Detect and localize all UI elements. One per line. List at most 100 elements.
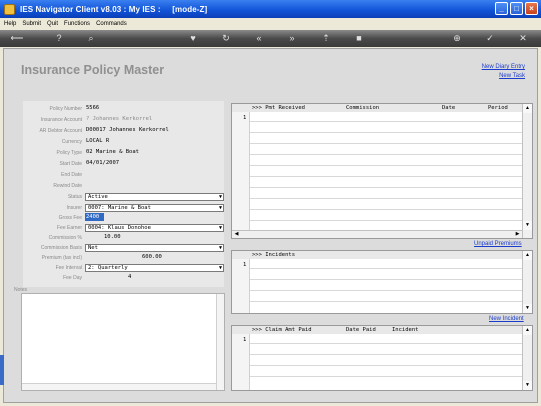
chevron-down-icon: ▼ <box>218 265 222 271</box>
notes-textarea[interactable] <box>21 293 225 391</box>
table-row[interactable] <box>250 189 522 199</box>
fee-day-value[interactable]: 4 <box>128 274 131 280</box>
scroll-right-icon[interactable]: ▶ <box>513 231 522 238</box>
notes-horizontal-scrollbar[interactable] <box>22 383 216 390</box>
table-row[interactable] <box>250 334 522 344</box>
add-icon[interactable]: ⊕ <box>450 32 464 45</box>
menu-quit[interactable]: Quit <box>47 21 58 27</box>
scroll-left-icon[interactable]: ◀ <box>232 231 241 238</box>
col-incident[interactable]: Incident <box>392 327 419 333</box>
menu-bar: Help Submit Quit Functions Commands <box>0 18 541 30</box>
currency-label: Currency <box>61 139 82 145</box>
fee-earner-select[interactable]: 0004: Klaus Donohoe ▼ <box>85 224 224 232</box>
scroll-down-icon[interactable]: ▼ <box>523 221 532 230</box>
close-window-button[interactable]: × <box>525 2 538 15</box>
new-task-link[interactable]: New Task <box>499 73 525 79</box>
new-diary-entry-link[interactable]: New Diary Entry <box>482 64 525 70</box>
policy-number-value: 5566 <box>86 105 100 111</box>
table-row[interactable] <box>250 270 522 280</box>
back-icon[interactable]: ⟵ <box>6 32 28 45</box>
table-row[interactable] <box>250 145 522 155</box>
chevron-down-icon: ▼ <box>218 205 222 211</box>
grid-header: >>> Claim Amt Paid Date Paid Incident <box>232 326 522 334</box>
insurer-value: 0007: Marine & Boat <box>88 205 151 211</box>
first-icon[interactable]: « <box>252 32 266 45</box>
status-label: Status <box>67 194 82 200</box>
premium-value[interactable]: 600.00 <box>142 254 162 260</box>
scroll-up-icon[interactable]: ▲ <box>523 326 532 335</box>
vertical-scrollbar[interactable]: ▲ ▼ <box>522 251 532 313</box>
fee-day-label: Fee Day <box>63 275 82 281</box>
heart-icon[interactable]: ♥ <box>186 32 200 45</box>
row-number: 1 <box>243 337 247 343</box>
col-commission[interactable]: Commission <box>346 105 379 111</box>
scroll-down-icon[interactable]: ▼ <box>523 381 532 390</box>
table-row[interactable] <box>250 167 522 177</box>
table-row[interactable] <box>250 345 522 355</box>
policy-type-label: Policy Type <box>56 150 82 156</box>
new-incident-link[interactable]: New Incident <box>489 316 524 322</box>
table-row[interactable] <box>250 259 522 269</box>
maximize-button[interactable]: □ <box>510 2 523 15</box>
col-claim-amt-paid[interactable]: >>> Claim Amt Paid <box>252 327 312 333</box>
fee-interval-select[interactable]: 2: Quarterly ▼ <box>85 264 224 272</box>
notes-vertical-scrollbar[interactable] <box>216 294 224 390</box>
insurance-account-value[interactable]: ? Johannes Kerkorrel <box>86 116 152 122</box>
down-icon[interactable]: ■ <box>352 32 366 45</box>
close-icon[interactable]: ✕ <box>516 32 530 45</box>
vertical-scrollbar[interactable]: ▲ ▼ <box>522 104 532 238</box>
fee-earner-label: Fee Earner <box>56 225 82 231</box>
commission-pct-value[interactable]: 10.00 <box>104 234 121 240</box>
title-bar: IES Navigator Client v8.03 : My IES : [m… <box>0 0 541 18</box>
table-row[interactable] <box>250 200 522 210</box>
incidents-grid: >>> Incidents 1 ▲ ▼ <box>231 250 533 314</box>
insurance-account-label: Insurance Account <box>40 117 82 123</box>
table-row[interactable] <box>250 367 522 377</box>
scroll-down-icon[interactable]: ▼ <box>523 304 532 313</box>
status-select[interactable]: Active ▼ <box>85 193 224 201</box>
help-icon[interactable]: ? <box>52 32 66 45</box>
col-pmt-received[interactable]: >>> Pmt Received <box>252 105 305 111</box>
gross-fee-input[interactable]: 2400 <box>85 213 104 221</box>
table-row[interactable] <box>250 211 522 221</box>
table-row[interactable] <box>250 178 522 188</box>
check-icon[interactable]: ✓ <box>483 32 497 45</box>
start-date-value[interactable]: 04/01/2007 <box>86 160 119 166</box>
vertical-scrollbar[interactable]: ▲ ▼ <box>522 326 532 390</box>
table-row[interactable] <box>250 356 522 366</box>
menu-help[interactable]: Help <box>4 21 16 27</box>
side-tab[interactable] <box>0 355 4 385</box>
col-date-paid[interactable]: Date Paid <box>346 327 376 333</box>
col-incidents[interactable]: >>> Incidents <box>252 252 295 258</box>
minimize-button[interactable]: _ <box>495 2 508 15</box>
table-row[interactable] <box>250 292 522 302</box>
last-icon[interactable]: » <box>285 32 299 45</box>
table-row[interactable] <box>250 281 522 291</box>
refresh-icon[interactable]: ↻ <box>219 32 233 45</box>
search-icon[interactable]: ⌕ <box>84 32 98 45</box>
payments-received-grid: >>> Pmt Received Commission Date Period … <box>231 103 533 239</box>
table-row[interactable] <box>250 156 522 166</box>
commission-basis-select[interactable]: Net ▼ <box>85 244 224 252</box>
col-period[interactable]: Period <box>488 105 508 111</box>
ar-debtor-account-label: AR Debtor Account <box>39 128 82 134</box>
menu-commands[interactable]: Commands <box>96 21 127 27</box>
scroll-up-icon[interactable]: ▲ <box>523 104 532 113</box>
col-date[interactable]: Date <box>442 105 455 111</box>
up-icon[interactable]: ⇡ <box>319 32 333 45</box>
ar-debtor-account-value[interactable]: D00017 Johannes Kerkorrel <box>86 127 169 133</box>
menu-submit[interactable]: Submit <box>22 21 41 27</box>
insurer-select[interactable]: 0007: Marine & Boat ▼ <box>85 204 224 212</box>
menu-functions[interactable]: Functions <box>64 21 90 27</box>
horizontal-scrollbar[interactable]: ◀ ▶ <box>232 230 522 238</box>
table-row[interactable] <box>250 134 522 144</box>
policy-type-value[interactable]: 02 Marine & Boat <box>86 149 139 155</box>
scroll-up-icon[interactable]: ▲ <box>523 251 532 260</box>
grid-header: >>> Pmt Received Commission Date Period <box>232 104 522 112</box>
table-row[interactable] <box>250 112 522 122</box>
currency-value[interactable]: LOCAL R <box>86 138 109 144</box>
page-title: Insurance Policy Master <box>21 63 165 77</box>
chevron-down-icon: ▼ <box>218 194 222 200</box>
unpaid-premiums-link[interactable]: Unpaid Premiums <box>474 241 522 247</box>
table-row[interactable] <box>250 123 522 133</box>
